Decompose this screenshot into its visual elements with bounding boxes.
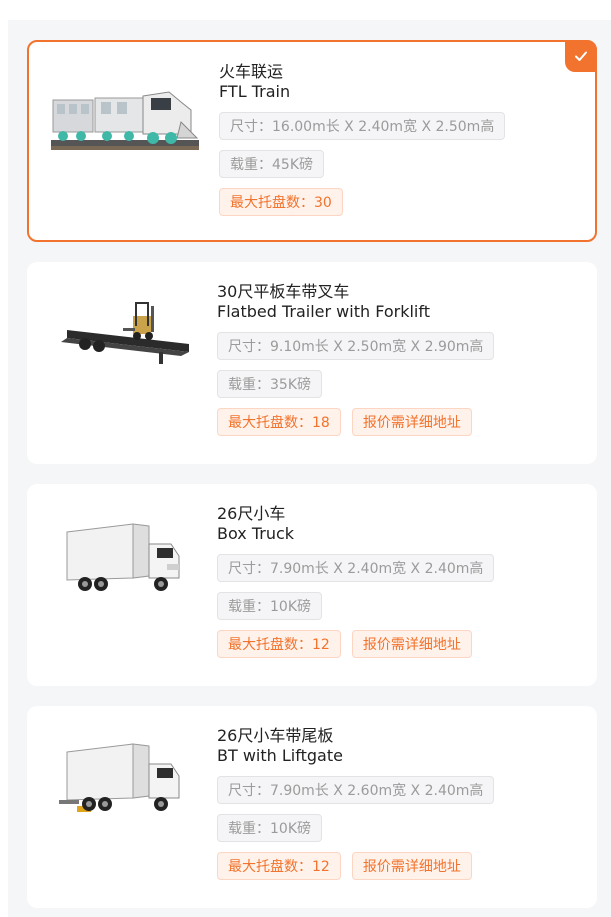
pallets-tag: 最大托盘数：30 — [219, 188, 343, 216]
size-tag: 尺寸：7.90m长 X 2.40m宽 X 2.40m高 — [217, 554, 495, 582]
vehicle-info: 26尺小车带尾板 BT with Liftgate 尺寸：7.90m长 X 2.… — [217, 726, 577, 880]
tags-row: 最大托盘数：18 报价需详细地址 — [217, 398, 577, 436]
size-tag: 尺寸：7.90m长 X 2.60m宽 X 2.40m高 — [217, 776, 495, 804]
vehicle-info: 火车联运 FTL Train 尺寸：16.00m长 X 2.40m宽 X 2.5… — [219, 62, 575, 216]
vehicle-card-flatbed[interactable]: 30尺平板车带叉车 Flatbed Trailer with Forklift … — [27, 262, 597, 464]
vehicle-card-train[interactable]: 火车联运 FTL Train 尺寸：16.00m长 X 2.40m宽 X 2.5… — [27, 40, 597, 242]
vehicle-name-en: Box Truck — [217, 524, 295, 543]
load-tag: 载重：10K磅 — [217, 814, 322, 842]
tags-row: 最大托盘数：12 报价需详细地址 — [217, 842, 577, 880]
vehicle-card-box-truck-liftgate[interactable]: 26尺小车带尾板 BT with Liftgate 尺寸：7.90m长 X 2.… — [27, 706, 597, 908]
vehicle-info: 30尺平板车带叉车 Flatbed Trailer with Forklift … — [217, 282, 577, 436]
train-icon — [51, 62, 199, 162]
size-tag: 尺寸：9.10m长 X 2.50m宽 X 2.90m高 — [217, 332, 495, 360]
flatbed-forklift-icon — [49, 282, 197, 382]
vehicle-name-zh: 26尺小车带尾板 — [217, 726, 334, 745]
vehicle-name-en: Flatbed Trailer with Forklift — [217, 302, 430, 321]
pallets-tag: 最大托盘数：12 — [217, 630, 341, 658]
vehicle-name-en: BT with Liftgate — [217, 746, 343, 765]
pallets-tag: 最大托盘数：12 — [217, 852, 341, 880]
load-tag: 载重：10K磅 — [217, 592, 322, 620]
address-note-tag: 报价需详细地址 — [351, 630, 472, 658]
address-note-tag: 报价需详细地址 — [351, 852, 472, 880]
vehicle-name-zh: 30尺平板车带叉车 — [217, 282, 350, 301]
size-tag: 尺寸：16.00m长 X 2.40m宽 X 2.50m高 — [219, 112, 506, 140]
load-tag: 载重：35K磅 — [217, 370, 322, 398]
pallets-tag: 最大托盘数：18 — [217, 408, 341, 436]
vehicle-info: 26尺小车 Box Truck 尺寸：7.90m长 X 2.40m宽 X 2.4… — [217, 504, 577, 658]
load-tag: 载重：45K磅 — [219, 150, 324, 178]
vehicle-name-en: FTL Train — [219, 82, 291, 101]
vehicle-card-box-truck[interactable]: 26尺小车 Box Truck 尺寸：7.90m长 X 2.40m宽 X 2.4… — [27, 484, 597, 686]
box-truck-icon — [49, 504, 197, 604]
tags-row: 最大托盘数：12 报价需详细地址 — [217, 620, 577, 658]
address-note-tag: 报价需详细地址 — [351, 408, 472, 436]
vehicle-name-zh: 火车联运 — [219, 62, 284, 81]
box-truck-liftgate-icon — [49, 726, 197, 826]
vehicle-list: 火车联运 FTL Train 尺寸：16.00m长 X 2.40m宽 X 2.5… — [8, 20, 611, 917]
vehicle-name-zh: 26尺小车 — [217, 504, 286, 523]
